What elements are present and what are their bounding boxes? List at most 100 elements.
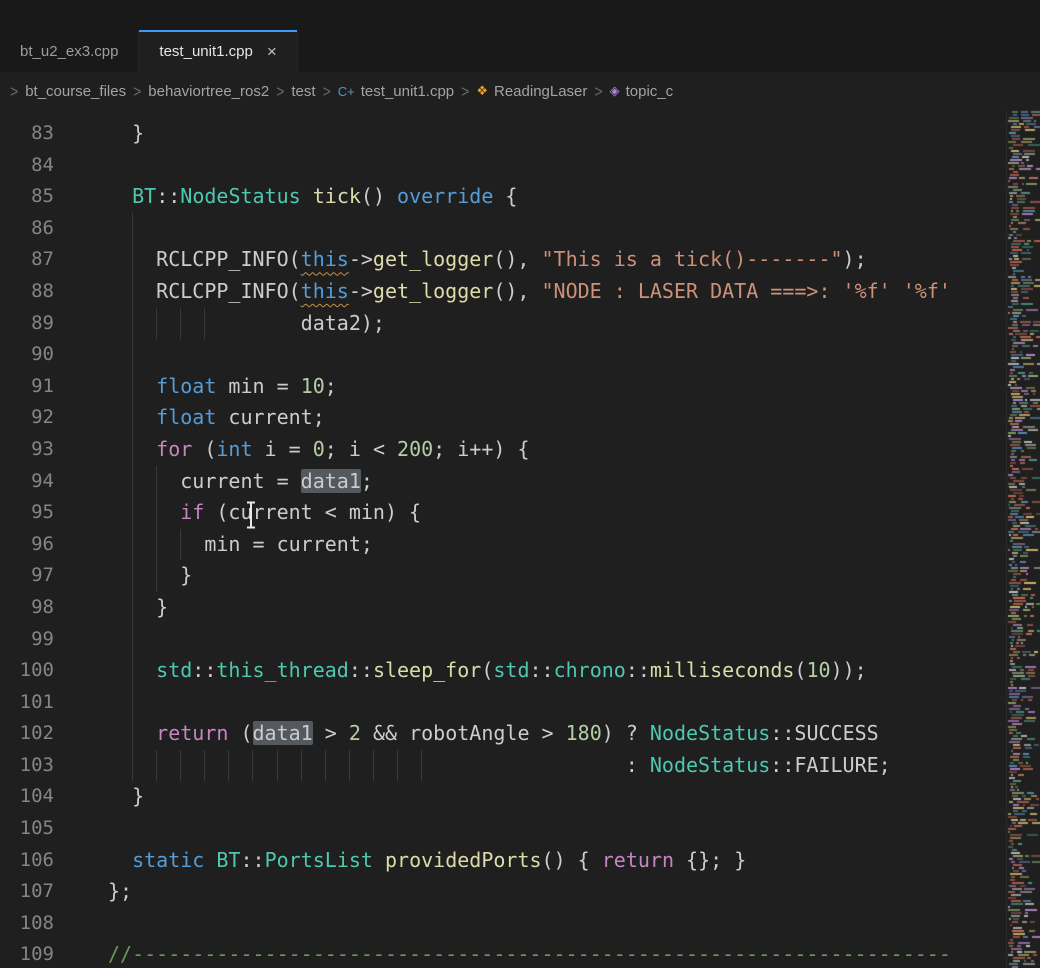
- code-line[interactable]: 90: [0, 339, 1006, 371]
- indent-guide: [132, 655, 133, 687]
- indent-guide: [132, 213, 133, 245]
- tab-close-icon[interactable]: ×: [267, 43, 277, 60]
- indent-guide: [156, 750, 157, 782]
- tab-bt_u2_ex3.cpp[interactable]: bt_u2_ex3.cpp: [0, 30, 139, 72]
- indent-guide: [180, 308, 181, 340]
- code-line[interactable]: 100 std::this_thread::sleep_for(std::chr…: [0, 655, 1006, 687]
- code-line[interactable]: 101: [0, 687, 1006, 719]
- vscode-window: bt_u2_ex3.cpp test_unit1.cpp × > bt_course_…: [0, 0, 1040, 968]
- indent-guide: [132, 560, 133, 592]
- chevron-right-icon: >: [323, 81, 331, 100]
- breadcrumb-item-bt_course_files[interactable]: bt_course_files: [25, 83, 126, 100]
- code-line[interactable]: 88 RCLCPP_INFO(this->get_logger(), "NODE…: [0, 276, 1006, 308]
- indent-guide: [132, 434, 133, 466]
- breadcrumb-item-topic_c[interactable]: ◈ topic_c: [610, 83, 674, 100]
- indent-guide: [156, 560, 157, 592]
- line-number: 87: [0, 244, 72, 276]
- line-number: 106: [0, 845, 72, 877]
- chevron-right-icon: >: [594, 81, 602, 100]
- indent-guide: [325, 750, 326, 782]
- code-line[interactable]: 104 }: [0, 781, 1006, 813]
- line-number: 91: [0, 371, 72, 403]
- indent-guide: [132, 624, 133, 656]
- chevron-right-icon: >: [133, 81, 141, 100]
- title-bar: [0, 0, 1040, 30]
- code-line[interactable]: 102 return (data1 > 2 && robotAngle > 18…: [0, 718, 1006, 750]
- code-line[interactable]: 92 float current;: [0, 402, 1006, 434]
- code-line[interactable]: 91 float min = 10;: [0, 371, 1006, 403]
- line-number: 96: [0, 529, 72, 561]
- code-line[interactable]: 107};: [0, 876, 1006, 908]
- editor: 83 }8485 BT::NodeStatus tick() override …: [0, 110, 1040, 968]
- code-line[interactable]: 106 static BT::PortsList providedPorts()…: [0, 845, 1006, 877]
- code-line[interactable]: 109//-----------------------------------…: [0, 939, 1006, 968]
- minimap-canvas[interactable]: [1007, 110, 1040, 968]
- indent-guide: [132, 244, 133, 276]
- breadcrumb-item-ReadingLaser[interactable]: ❖ReadingLaser: [476, 83, 587, 100]
- cpp-file-icon: C+: [338, 84, 355, 99]
- tab-test_unit1.cpp[interactable]: test_unit1.cpp ×: [139, 30, 297, 72]
- method-icon: ◈: [610, 83, 620, 99]
- breadcrumb-item-behaviortree_ros2[interactable]: behaviortree_ros2: [148, 83, 269, 100]
- code-line[interactable]: 84: [0, 150, 1006, 182]
- minimap[interactable]: [1006, 110, 1040, 968]
- breadcrumb-label: ReadingLaser: [494, 83, 587, 100]
- code-line[interactable]: 105: [0, 813, 1006, 845]
- indent-guide: [156, 497, 157, 529]
- breadcrumb: > bt_course_files > behaviortree_ros2 > test >…: [0, 72, 1040, 110]
- chevron-right-icon: >: [461, 81, 469, 100]
- indent-guide: [228, 750, 229, 782]
- code-line[interactable]: 87 RCLCPP_INFO(this->get_logger(), "This…: [0, 244, 1006, 276]
- code-line[interactable]: 86: [0, 213, 1006, 245]
- code-line[interactable]: 103 : NodeStatus::FAILURE;: [0, 750, 1006, 782]
- code-line[interactable]: 97 }: [0, 560, 1006, 592]
- line-number: 84: [0, 150, 72, 182]
- code-line[interactable]: 94 current = data1;: [0, 466, 1006, 498]
- indent-guide: [132, 339, 133, 371]
- line-number: 88: [0, 276, 72, 308]
- code-line[interactable]: 89 data2);: [0, 308, 1006, 340]
- line-number: 85: [0, 181, 72, 213]
- indent-guide: [132, 529, 133, 561]
- code-line[interactable]: 98 }: [0, 592, 1006, 624]
- indent-guide: [132, 592, 133, 624]
- indent-guide: [277, 750, 278, 782]
- indent-guide: [373, 750, 374, 782]
- line-number: 109: [0, 939, 72, 968]
- line-number: 107: [0, 876, 72, 908]
- breadcrumb-item-test[interactable]: test: [291, 83, 315, 100]
- line-number: 102: [0, 718, 72, 750]
- line-number: 94: [0, 466, 72, 498]
- breadcrumb-item-test_unit1.cpp[interactable]: C+test_unit1.cpp: [338, 83, 454, 100]
- line-number: 97: [0, 560, 72, 592]
- chevron-right-icon: >: [276, 81, 284, 100]
- line-number: 108: [0, 908, 72, 940]
- code-area[interactable]: 83 }8485 BT::NodeStatus tick() override …: [0, 110, 1006, 968]
- code-line[interactable]: 85 BT::NodeStatus tick() override {: [0, 181, 1006, 213]
- code-line[interactable]: 108: [0, 908, 1006, 940]
- indent-guide: [180, 750, 181, 782]
- code-line[interactable]: 99: [0, 624, 1006, 656]
- line-number: 89: [0, 308, 72, 340]
- indent-guide: [204, 750, 205, 782]
- code-line[interactable]: 83 }: [0, 118, 1006, 150]
- tab-label: test_unit1.cpp: [159, 43, 252, 60]
- breadcrumb-label: topic_c: [626, 83, 674, 100]
- line-number: 95: [0, 497, 72, 529]
- indent-guide: [204, 308, 205, 340]
- indent-guide: [132, 371, 133, 403]
- indent-guide: [156, 529, 157, 561]
- line-number: 99: [0, 624, 72, 656]
- line-number: 104: [0, 781, 72, 813]
- code-line[interactable]: 95 if (current < min) {: [0, 497, 1006, 529]
- indent-guide: [421, 750, 422, 782]
- tab-label: bt_u2_ex3.cpp: [20, 43, 118, 60]
- indent-guide: [132, 718, 133, 750]
- code-line[interactable]: 93 for (int i = 0; i < 200; i++) {: [0, 434, 1006, 466]
- indent-guide: [252, 750, 253, 782]
- line-number: 93: [0, 434, 72, 466]
- line-number: 101: [0, 687, 72, 719]
- indent-guide: [132, 402, 133, 434]
- chevron-right-icon: >: [10, 81, 18, 100]
- code-line[interactable]: 96 min = current;: [0, 529, 1006, 561]
